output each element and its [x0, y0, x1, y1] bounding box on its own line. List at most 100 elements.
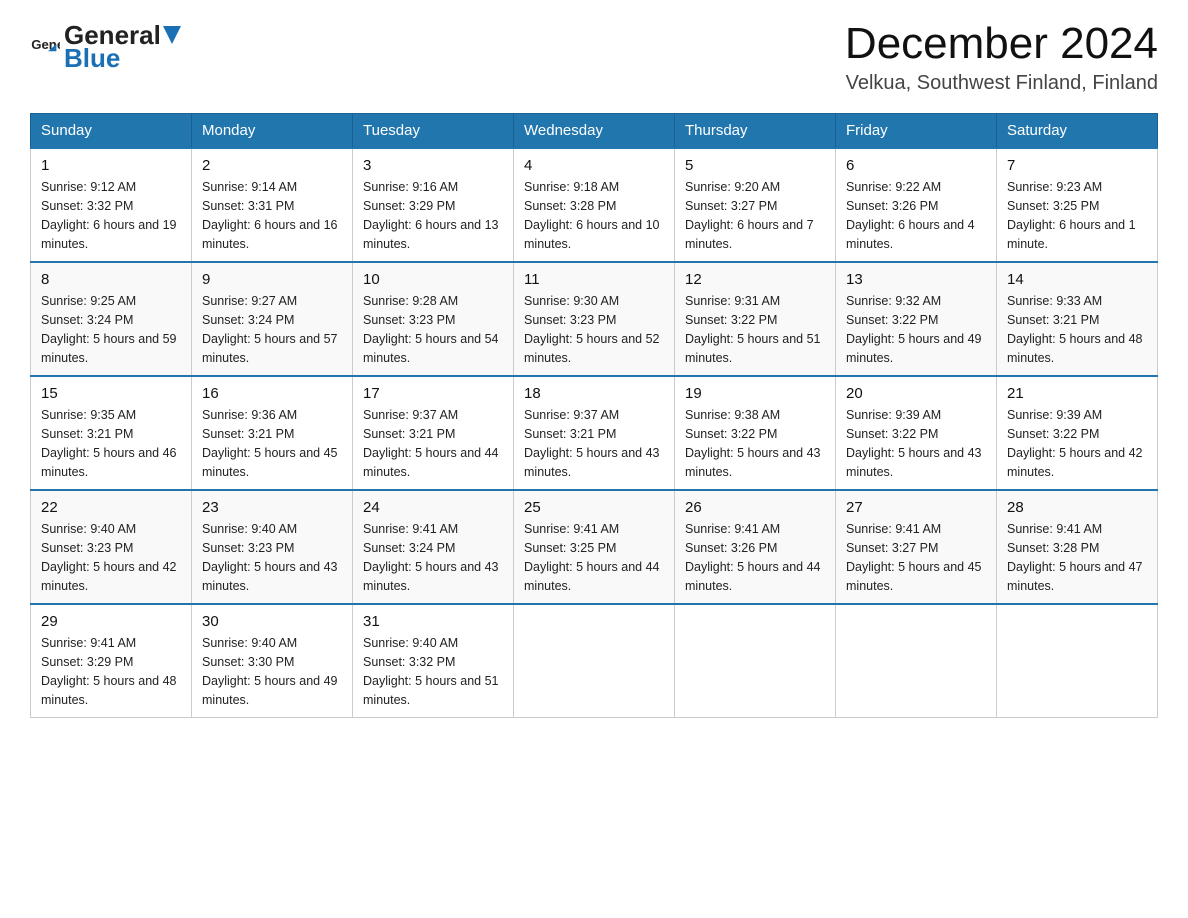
table-row: 12 Sunrise: 9:31 AMSunset: 3:22 PMDayligh…	[675, 262, 836, 376]
day-info: Sunrise: 9:36 AMSunset: 3:21 PMDaylight:…	[202, 406, 342, 481]
day-number: 17	[363, 385, 503, 402]
day-info: Sunrise: 9:40 AMSunset: 3:30 PMDaylight:…	[202, 634, 342, 709]
table-row: 20 Sunrise: 9:39 AMSunset: 3:22 PMDayligh…	[836, 376, 997, 490]
calendar-header-row: Sunday Monday Tuesday Wednesday Thursday…	[31, 114, 1158, 149]
day-info: Sunrise: 9:12 AMSunset: 3:32 PMDaylight:…	[41, 178, 181, 253]
table-row	[836, 604, 997, 718]
day-info: Sunrise: 9:32 AMSunset: 3:22 PMDaylight:…	[846, 292, 986, 367]
logo-triangle-icon	[163, 26, 181, 46]
table-row: 30 Sunrise: 9:40 AMSunset: 3:30 PMDayligh…	[192, 604, 353, 718]
table-row: 24 Sunrise: 9:41 AMSunset: 3:24 PMDayligh…	[353, 490, 514, 604]
table-row: 4 Sunrise: 9:18 AMSunset: 3:28 PMDaylight…	[514, 148, 675, 262]
table-row	[514, 604, 675, 718]
title-block: December 2024 Velkua, Southwest Finland,…	[845, 20, 1158, 95]
table-row: 11 Sunrise: 9:30 AMSunset: 3:23 PMDayligh…	[514, 262, 675, 376]
day-info: Sunrise: 9:41 AMSunset: 3:29 PMDaylight:…	[41, 634, 181, 709]
day-info: Sunrise: 9:25 AMSunset: 3:24 PMDaylight:…	[41, 292, 181, 367]
day-info: Sunrise: 9:40 AMSunset: 3:23 PMDaylight:…	[202, 520, 342, 595]
day-number: 15	[41, 385, 181, 402]
table-row: 1Sunrise: 9:12 AMSunset: 3:32 PMDaylight…	[31, 148, 192, 262]
table-row: 3 Sunrise: 9:16 AMSunset: 3:29 PMDaylight…	[353, 148, 514, 262]
table-row: 5 Sunrise: 9:20 AMSunset: 3:27 PMDaylight…	[675, 148, 836, 262]
table-row: 13 Sunrise: 9:32 AMSunset: 3:22 PMDayligh…	[836, 262, 997, 376]
day-number: 25	[524, 499, 664, 516]
day-number: 23	[202, 499, 342, 516]
day-info: Sunrise: 9:41 AMSunset: 3:25 PMDaylight:…	[524, 520, 664, 595]
day-number: 7	[1007, 157, 1147, 174]
page-subtitle: Velkua, Southwest Finland, Finland	[845, 72, 1158, 95]
table-row: 6 Sunrise: 9:22 AMSunset: 3:26 PMDaylight…	[836, 148, 997, 262]
col-friday: Friday	[836, 114, 997, 149]
day-number: 16	[202, 385, 342, 402]
calendar-week-row: 8 Sunrise: 9:25 AMSunset: 3:24 PMDaylight…	[31, 262, 1158, 376]
day-number: 13	[846, 271, 986, 288]
day-number: 14	[1007, 271, 1147, 288]
day-number: 19	[685, 385, 825, 402]
logo: General General Blue	[30, 20, 183, 74]
day-info: Sunrise: 9:41 AMSunset: 3:27 PMDaylight:…	[846, 520, 986, 595]
day-number: 18	[524, 385, 664, 402]
day-info: Sunrise: 9:40 AMSunset: 3:23 PMDaylight:…	[41, 520, 181, 595]
day-info: Sunrise: 9:38 AMSunset: 3:22 PMDaylight:…	[685, 406, 825, 481]
day-info: Sunrise: 9:37 AMSunset: 3:21 PMDaylight:…	[524, 406, 664, 481]
day-number: 8	[41, 271, 181, 288]
col-saturday: Saturday	[997, 114, 1158, 149]
day-number: 28	[1007, 499, 1147, 516]
day-info: Sunrise: 9:37 AMSunset: 3:21 PMDaylight:…	[363, 406, 503, 481]
day-info: Sunrise: 9:18 AMSunset: 3:28 PMDaylight:…	[524, 178, 664, 253]
table-row: 25 Sunrise: 9:41 AMSunset: 3:25 PMDayligh…	[514, 490, 675, 604]
day-number: 27	[846, 499, 986, 516]
table-row: 29Sunrise: 9:41 AMSunset: 3:29 PMDayligh…	[31, 604, 192, 718]
table-row: 7 Sunrise: 9:23 AMSunset: 3:25 PMDaylight…	[997, 148, 1158, 262]
day-info: Sunrise: 9:33 AMSunset: 3:21 PMDaylight:…	[1007, 292, 1147, 367]
table-row: 28 Sunrise: 9:41 AMSunset: 3:28 PMDayligh…	[997, 490, 1158, 604]
table-row: 26Sunrise: 9:41 AMSunset: 3:26 PMDayligh…	[675, 490, 836, 604]
day-number: 9	[202, 271, 342, 288]
day-number: 6	[846, 157, 986, 174]
logo-icon: General	[30, 32, 60, 62]
table-row: 15 Sunrise: 9:35 AMSunset: 3:21 PMDayligh…	[31, 376, 192, 490]
table-row: 9 Sunrise: 9:27 AMSunset: 3:24 PMDaylight…	[192, 262, 353, 376]
day-number: 12	[685, 271, 825, 288]
table-row	[675, 604, 836, 718]
col-sunday: Sunday	[31, 114, 192, 149]
page-header: General General Blue December 2024 Velku…	[30, 20, 1158, 95]
day-number: 31	[363, 613, 503, 630]
calendar-week-row: 1Sunrise: 9:12 AMSunset: 3:32 PMDaylight…	[31, 148, 1158, 262]
day-info: Sunrise: 9:35 AMSunset: 3:21 PMDaylight:…	[41, 406, 181, 481]
table-row: 21Sunrise: 9:39 AMSunset: 3:22 PMDayligh…	[997, 376, 1158, 490]
page-title: December 2024	[845, 20, 1158, 68]
day-number: 3	[363, 157, 503, 174]
day-info: Sunrise: 9:20 AMSunset: 3:27 PMDaylight:…	[685, 178, 825, 253]
day-number: 24	[363, 499, 503, 516]
day-info: Sunrise: 9:27 AMSunset: 3:24 PMDaylight:…	[202, 292, 342, 367]
col-wednesday: Wednesday	[514, 114, 675, 149]
day-info: Sunrise: 9:30 AMSunset: 3:23 PMDaylight:…	[524, 292, 664, 367]
day-info: Sunrise: 9:31 AMSunset: 3:22 PMDaylight:…	[685, 292, 825, 367]
day-info: Sunrise: 9:22 AMSunset: 3:26 PMDaylight:…	[846, 178, 986, 253]
table-row	[997, 604, 1158, 718]
table-row: 16 Sunrise: 9:36 AMSunset: 3:21 PMDayligh…	[192, 376, 353, 490]
day-info: Sunrise: 9:39 AMSunset: 3:22 PMDaylight:…	[1007, 406, 1147, 481]
day-info: Sunrise: 9:41 AMSunset: 3:26 PMDaylight:…	[685, 520, 825, 595]
day-number: 4	[524, 157, 664, 174]
day-number: 10	[363, 271, 503, 288]
day-number: 2	[202, 157, 342, 174]
day-number: 20	[846, 385, 986, 402]
day-info: Sunrise: 9:41 AMSunset: 3:24 PMDaylight:…	[363, 520, 503, 595]
day-number: 22	[41, 499, 181, 516]
calendar-week-row: 22 Sunrise: 9:40 AMSunset: 3:23 PMDayligh…	[31, 490, 1158, 604]
day-number: 5	[685, 157, 825, 174]
table-row: 14 Sunrise: 9:33 AMSunset: 3:21 PMDayligh…	[997, 262, 1158, 376]
day-info: Sunrise: 9:40 AMSunset: 3:32 PMDaylight:…	[363, 634, 503, 709]
day-info: Sunrise: 9:16 AMSunset: 3:29 PMDaylight:…	[363, 178, 503, 253]
day-number: 30	[202, 613, 342, 630]
day-info: Sunrise: 9:39 AMSunset: 3:22 PMDaylight:…	[846, 406, 986, 481]
day-info: Sunrise: 9:41 AMSunset: 3:28 PMDaylight:…	[1007, 520, 1147, 595]
col-tuesday: Tuesday	[353, 114, 514, 149]
table-row: 2Sunrise: 9:14 AMSunset: 3:31 PMDaylight…	[192, 148, 353, 262]
table-row: 17 Sunrise: 9:37 AMSunset: 3:21 PMDayligh…	[353, 376, 514, 490]
day-info: Sunrise: 9:23 AMSunset: 3:25 PMDaylight:…	[1007, 178, 1147, 253]
calendar-week-row: 15 Sunrise: 9:35 AMSunset: 3:21 PMDayligh…	[31, 376, 1158, 490]
day-number: 11	[524, 271, 664, 288]
